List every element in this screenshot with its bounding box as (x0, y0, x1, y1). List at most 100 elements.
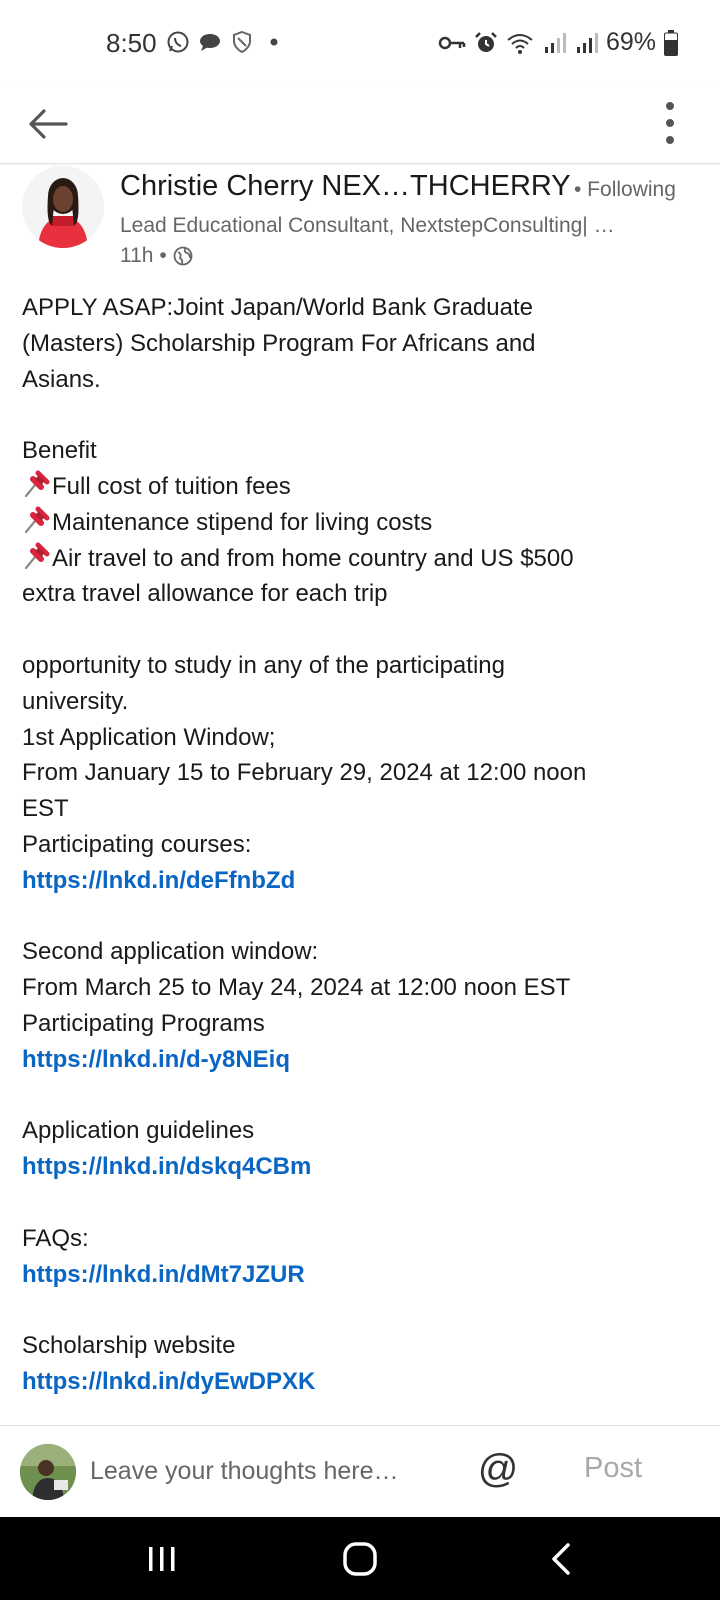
post-text-line: (Masters) Scholarship Program For Africa… (22, 326, 702, 362)
author-headline: Lead Educational Consultant, NextstepCon… (120, 214, 615, 237)
post-text-line: Maintenance stipend for living costs (22, 505, 702, 541)
post-blank-line (22, 1185, 702, 1221)
home-button[interactable] (338, 1537, 382, 1581)
post-link[interactable]: https://lnkd.in/d-y8NEiq (22, 1042, 702, 1078)
post-line-text: Benefit (22, 437, 97, 465)
post-blank-line (22, 1292, 702, 1328)
comment-input[interactable] (90, 1446, 450, 1496)
post-text-line: Full cost of tuition fees (22, 469, 702, 505)
post-blank-line (22, 612, 702, 648)
post-line-text: 1st Application Window; (22, 723, 276, 751)
post-meta: 11h • (120, 244, 193, 268)
pushpin-icon (24, 542, 50, 569)
post-text-line: Application guidelines (22, 1113, 702, 1149)
alarm-icon (475, 31, 497, 52)
battery-percentage: 69% (605, 28, 656, 56)
post-time: 11h • (120, 244, 167, 267)
post-link[interactable]: https://lnkd.in/dMt7JZUR (22, 1257, 702, 1293)
whatsapp-icon (167, 31, 189, 53)
post-line-text[interactable]: https://lnkd.in/dyEwDPXK (22, 1368, 315, 1395)
post-text-line: FAQs: (22, 1221, 702, 1257)
system-navigation-bar (0, 1517, 720, 1600)
post-blank-line (22, 1078, 702, 1114)
post-line-text: Asians. (22, 365, 101, 393)
post-line-text: EST (22, 795, 69, 823)
post-text-line: EST (22, 791, 702, 827)
post-line-text: APPLY ASAP:Joint Japan/World Bank Gradua… (22, 294, 533, 321)
author-photo (22, 166, 104, 248)
post-line-text: Air travel to and from home country and … (52, 544, 574, 572)
pushpin-icon (24, 506, 50, 533)
pushpin-icon (24, 470, 50, 498)
post-line-text: opportunity to study in any of the parti… (22, 651, 505, 679)
status-bar: 8:50 69% (0, 0, 720, 88)
globe-icon (173, 246, 193, 266)
post-line-text: FAQs: (22, 1224, 89, 1252)
post-line-text: From January 15 to February 29, 2024 at … (22, 759, 587, 787)
post-line-text: university. (22, 687, 129, 715)
post-text-line: university. (22, 684, 702, 720)
status-system-icons: 69% (438, 28, 678, 57)
post-line-text: From March 25 to May 24, 2024 at 12:00 n… (22, 974, 571, 1002)
post-body: APPLY ASAP:Joint Japan/World Bank Gradua… (22, 290, 702, 1400)
back-icon (552, 1543, 570, 1575)
post-text-line: Participating Programs (22, 1006, 702, 1042)
post-line-text: Full cost of tuition fees (52, 472, 291, 500)
post-text-line: Scholarship website (22, 1328, 702, 1364)
post-text-line: Benefit (22, 433, 702, 469)
post-text-line: 1st Application Window; (22, 720, 702, 756)
post-line-text: Application guidelines (22, 1117, 255, 1145)
post-text-line: APPLY ASAP:Joint Japan/World Bank Gradua… (22, 290, 702, 326)
signal-icon (544, 32, 566, 53)
mention-button[interactable]: @ (476, 1444, 520, 1494)
status-time: 8:50 (106, 28, 157, 58)
battery-icon (664, 29, 678, 56)
post-text-line: extra travel allowance for each trip (22, 576, 702, 612)
post-text-line: Air travel to and from home country and … (22, 541, 702, 577)
post-line-text: Scholarship website (22, 1332, 236, 1360)
post-line-text: Maintenance stipend for living costs (52, 508, 433, 536)
post-link[interactable]: https://lnkd.in/dskq4CBm (22, 1149, 702, 1185)
post-line-text[interactable]: https://lnkd.in/deFfnbZd (22, 867, 295, 894)
more-vertical-icon (666, 102, 674, 144)
signal-icon (576, 32, 598, 53)
post-line-text: Participating courses: (22, 830, 252, 858)
comment-bar: @ Post (0, 1425, 720, 1517)
back-button[interactable] (26, 102, 70, 146)
author-name[interactable]: Christie Cherry NEX…THCHERRY (120, 170, 571, 203)
post-blank-line (22, 899, 702, 935)
post-text-line: Second application window: (22, 934, 702, 970)
post-line-text[interactable]: https://lnkd.in/dMt7JZUR (22, 1261, 305, 1288)
more-options-button[interactable] (660, 98, 680, 148)
status-notification-icons (166, 30, 286, 54)
post-text-line: Participating courses: (22, 827, 702, 863)
follow-status: • Following (574, 178, 676, 201)
post-text-line: From March 25 to May 24, 2024 at 12:00 n… (22, 970, 702, 1006)
recent-apps-button[interactable] (140, 1537, 184, 1581)
top-app-bar (0, 88, 720, 164)
post-line-text: extra travel allowance for each trip (22, 580, 388, 608)
arrow-left-icon (29, 109, 68, 139)
chat-bubble-icon (200, 34, 220, 51)
post-line-text: (Masters) Scholarship Program For Africa… (22, 329, 536, 357)
post-line-text: Participating Programs (22, 1009, 265, 1037)
post-text-line: From January 15 to February 29, 2024 at … (22, 755, 702, 791)
post-line-text[interactable]: https://lnkd.in/d-y8NEiq (22, 1046, 290, 1073)
post-line-text[interactable]: https://lnkd.in/dskq4CBm (22, 1153, 311, 1180)
recent-apps-icon (149, 1547, 175, 1571)
vpn-key-icon (438, 36, 466, 49)
current-user-avatar[interactable] (20, 1444, 76, 1500)
post-line-text: Second application window: (22, 938, 319, 966)
user-photo (20, 1444, 76, 1500)
author-avatar[interactable] (22, 166, 104, 248)
post-text-line: opportunity to study in any of the parti… (22, 648, 702, 684)
home-icon (343, 1542, 377, 1576)
post-link[interactable]: https://lnkd.in/deFfnbZd (22, 863, 702, 899)
shield-icon (233, 30, 251, 54)
dot-icon (270, 38, 278, 46)
post-header: Christie Cherry NEX…THCHERRY • Following… (0, 166, 720, 276)
post-button[interactable]: Post (584, 1452, 642, 1485)
post-link[interactable]: https://lnkd.in/dyEwDPXK (22, 1364, 702, 1400)
post-blank-line (22, 397, 702, 433)
nav-back-button[interactable] (540, 1537, 584, 1581)
